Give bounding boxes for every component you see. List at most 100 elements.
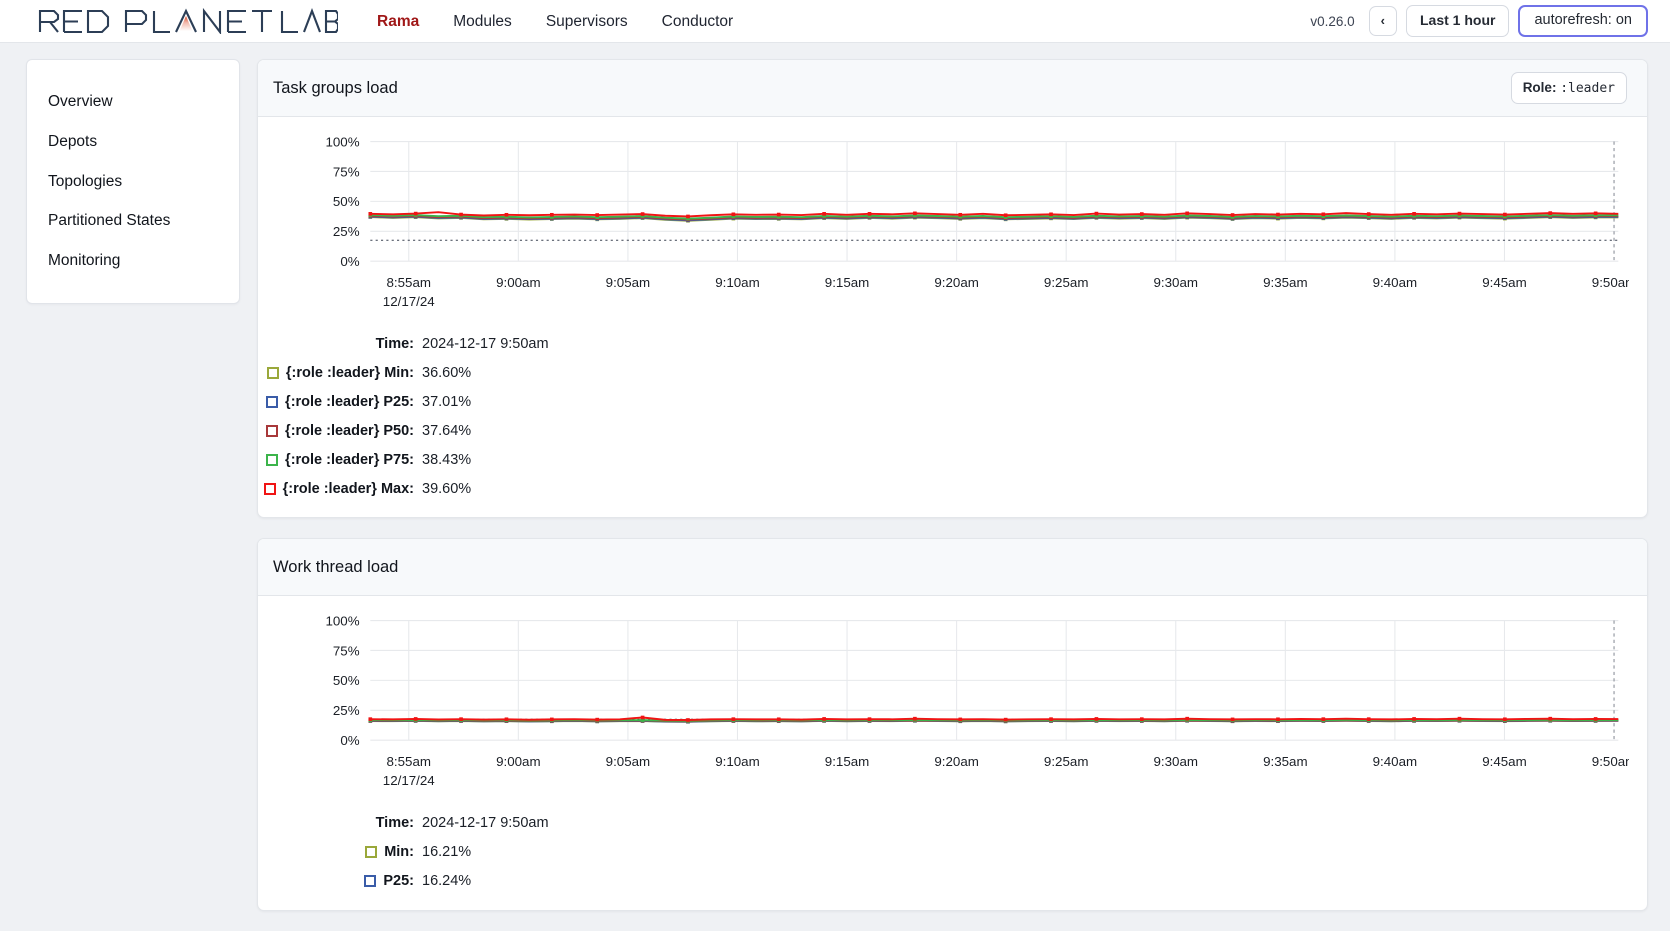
legend-value-max: 39.60% xyxy=(422,480,472,497)
svg-text:9:20am: 9:20am xyxy=(934,275,979,290)
legend-value-p50: 37.64% xyxy=(422,422,472,439)
legend-time-label: Time: xyxy=(375,815,414,832)
sidebar-item-monitoring[interactable]: Monitoring xyxy=(27,241,239,281)
svg-text:9:25am: 9:25am xyxy=(1044,754,1089,769)
nav-link-rama[interactable]: Rama xyxy=(360,0,436,43)
chart-canvas[interactable]: 0% 25% 50% 75% 100% 8:55am 9:00am 9:05am 9:10am 9… xyxy=(272,612,1629,804)
sidebar-item-depots[interactable]: Depots xyxy=(27,122,239,162)
svg-text:9:50am: 9:50am xyxy=(1592,754,1629,769)
sidebar-item-topologies[interactable]: Topologies xyxy=(27,162,239,202)
svg-text:100%: 100% xyxy=(325,134,359,149)
chart-legend: Time: 2024-12-17 9:50am Min: 16.21% P25:… xyxy=(272,805,1629,896)
panel-work-thread-load: Work thread load 0% 25% 50% 75% 100% 8:55am 9:… xyxy=(257,538,1648,911)
svg-text:9:15am: 9:15am xyxy=(825,275,870,290)
main-content: Task groups load Role: :leader 0% 25% 50% 7… xyxy=(257,59,1648,911)
legend-row-time: Time: 2024-12-17 9:50am xyxy=(272,809,1629,838)
legend-row-time: Time: 2024-12-17 9:50am xyxy=(272,329,1629,358)
chart-task-groups-load[interactable]: 0% 25% 50% 75% 100% 8:55am 9:00am 9:05am 9:10am 9… xyxy=(272,133,1629,325)
chart-canvas[interactable]: 0% 25% 50% 75% 100% 8:55am 9:00am 9:05am 9:10am 9… xyxy=(272,133,1629,325)
svg-text:9:05am: 9:05am xyxy=(606,754,651,769)
svg-text:9:05am: 9:05am xyxy=(606,275,651,290)
svg-text:8:55am: 8:55am xyxy=(387,275,432,290)
svg-text:0%: 0% xyxy=(340,733,359,748)
svg-text:9:30am: 9:30am xyxy=(1154,275,1199,290)
legend-value-min: 36.60% xyxy=(422,364,472,381)
legend-key-p25: P25: xyxy=(383,873,414,890)
time-range-button[interactable]: Last 1 hour xyxy=(1405,5,1510,37)
chart-legend: Time: 2024-12-17 9:50am {:role :leader} … xyxy=(263,325,1629,503)
legend-key-min: {:role :leader} Min: xyxy=(285,364,414,381)
panel-title-task-groups-load: Task groups load xyxy=(273,78,398,97)
legend-swatch-p25 xyxy=(364,875,377,888)
legend-key-p75: {:role :leader} P75: xyxy=(285,451,414,468)
legend-swatch-p25 xyxy=(266,395,279,408)
svg-text:50%: 50% xyxy=(333,674,360,689)
autorefresh-toggle-button[interactable]: autorefresh: on xyxy=(1518,5,1648,37)
svg-text:9:10am: 9:10am xyxy=(715,275,760,290)
legend-key-wrap: {:role :leader} Max: xyxy=(263,480,422,497)
legend-row: P25: 16.24% xyxy=(272,867,1629,896)
svg-text:9:10am: 9:10am xyxy=(715,754,760,769)
legend-swatch-min xyxy=(365,846,378,859)
page-body: Overview Depots Topologies Partitioned S… xyxy=(0,43,1670,911)
svg-text:9:45am: 9:45am xyxy=(1482,275,1527,290)
legend-row: {:role :leader} Min: 36.60% xyxy=(266,358,1629,387)
sidebar-item-partitioned-states[interactable]: Partitioned States xyxy=(27,201,239,241)
legend-row: {:role :leader} P25: 37.01% xyxy=(266,387,1629,416)
panel-body: 0% 25% 50% 75% 100% 8:55am 9:00am 9:05am 9:10am 9… xyxy=(258,117,1647,517)
red-planet-labs-logo[interactable] xyxy=(38,8,338,34)
legend-row: {:role :leader} P50: 37.64% xyxy=(266,416,1629,445)
legend-key-max: {:role :leader} Max: xyxy=(282,480,414,497)
nav-link-modules[interactable]: Modules xyxy=(436,0,529,43)
legend-time-value: 2024-12-17 9:50am xyxy=(422,815,549,832)
sidebar-item-overview[interactable]: Overview xyxy=(27,82,239,122)
legend-value-p75: 38.43% xyxy=(422,451,472,468)
legend-time-value: 2024-12-17 9:50am xyxy=(422,335,549,352)
legend-row: Min: 16.21% xyxy=(272,838,1629,867)
sidebar: Overview Depots Topologies Partitioned S… xyxy=(26,59,240,305)
top-navbar: Rama Modules Supervisors Conductor v0.26… xyxy=(0,0,1670,43)
panel-header: Work thread load xyxy=(258,539,1647,597)
svg-text:9:40am: 9:40am xyxy=(1373,754,1418,769)
role-badge-value: :leader xyxy=(1560,81,1615,96)
legend-key-wrap: {:role :leader} P75: xyxy=(266,451,422,468)
panel-body: 0% 25% 50% 75% 100% 8:55am 9:00am 9:05am 9:10am 9… xyxy=(258,596,1647,909)
legend-key-p50: {:role :leader} P50: xyxy=(285,422,414,439)
svg-text:9:35am: 9:35am xyxy=(1263,275,1308,290)
svg-text:9:30am: 9:30am xyxy=(1154,754,1199,769)
role-filter-badge[interactable]: Role: :leader xyxy=(1510,72,1627,104)
legend-key-p25: {:role :leader} P25: xyxy=(285,393,414,410)
svg-text:9:00am: 9:00am xyxy=(496,275,541,290)
svg-text:75%: 75% xyxy=(333,644,360,659)
legend-key-wrap: P25: xyxy=(272,873,422,889)
svg-text:9:20am: 9:20am xyxy=(934,754,979,769)
svg-text:25%: 25% xyxy=(333,703,360,718)
legend-key-min: Min: xyxy=(384,844,414,861)
svg-text:50%: 50% xyxy=(333,194,360,209)
previous-range-button[interactable]: ‹ xyxy=(1368,5,1397,37)
nav-link-supervisors[interactable]: Supervisors xyxy=(529,0,645,43)
legend-swatch-min xyxy=(266,366,279,379)
legend-row: {:role :leader} Max: 39.60% xyxy=(263,474,1629,503)
legend-key-wrap: {:role :leader} P50: xyxy=(266,422,422,439)
panel-task-groups-load: Task groups load Role: :leader 0% 25% 50% 7… xyxy=(257,59,1648,519)
svg-text:0%: 0% xyxy=(340,254,359,269)
panel-header: Task groups load Role: :leader xyxy=(258,60,1647,117)
legend-value-p25: 16.24% xyxy=(422,873,472,890)
svg-text:12/17/24: 12/17/24 xyxy=(383,773,436,788)
svg-text:8:55am: 8:55am xyxy=(387,754,432,769)
svg-text:9:35am: 9:35am xyxy=(1263,754,1308,769)
svg-text:25%: 25% xyxy=(333,224,360,239)
svg-text:9:15am: 9:15am xyxy=(825,754,870,769)
legend-swatch-p75 xyxy=(266,453,279,466)
legend-key-wrap: {:role :leader} Min: xyxy=(266,364,422,381)
svg-text:9:00am: 9:00am xyxy=(496,754,541,769)
legend-swatch-max xyxy=(263,482,276,495)
chart-work-thread-load[interactable]: 0% 25% 50% 75% 100% 8:55am 9:00am 9:05am 9:10am 9… xyxy=(272,612,1629,804)
version-label: v0.26.0 xyxy=(1310,13,1355,29)
legend-row: {:role :leader} P75: 38.43% xyxy=(266,445,1629,474)
svg-text:9:50am: 9:50am xyxy=(1592,275,1629,290)
legend-value-min: 16.21% xyxy=(422,844,472,861)
main-nav: Rama Modules Supervisors Conductor xyxy=(360,0,750,43)
nav-link-conductor[interactable]: Conductor xyxy=(645,0,751,43)
